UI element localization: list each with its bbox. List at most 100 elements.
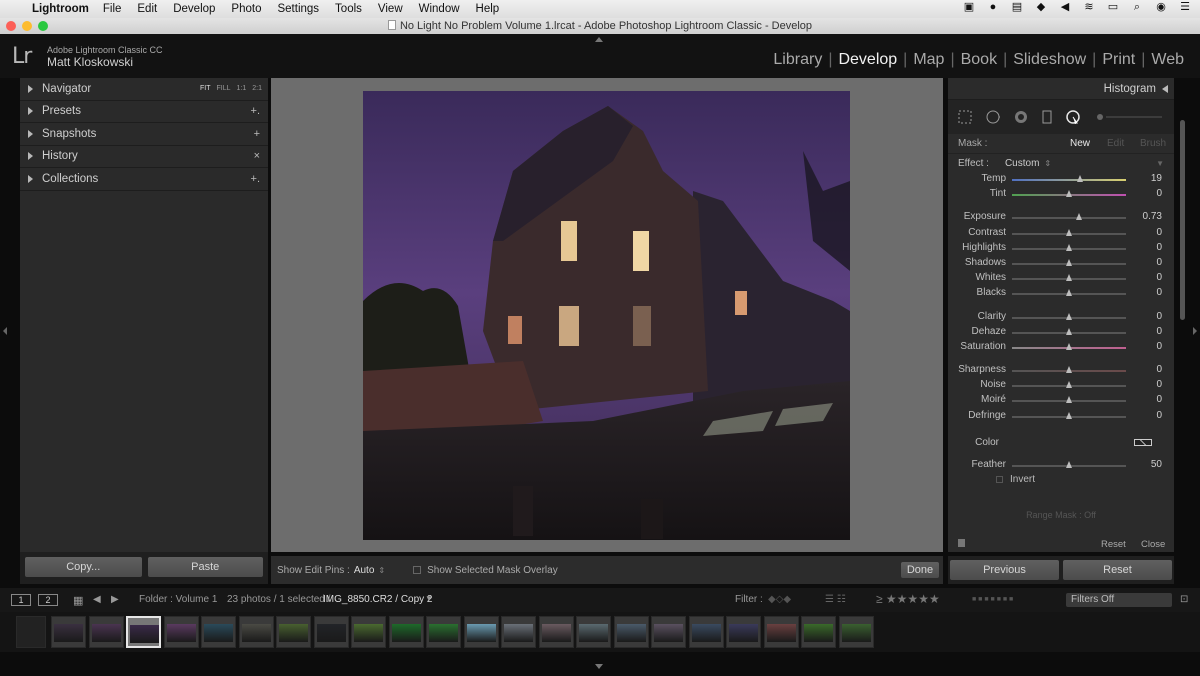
zoom-1-1[interactable]: 1:1 [237,85,247,92]
adjustment-brush-slider-icon[interactable] [1094,110,1164,124]
add-preset-button[interactable]: +. [251,105,260,117]
filmstrip-thumbnail[interactable] [538,616,574,648]
filmstrip-thumbnail[interactable] [613,616,649,648]
previous-button[interactable]: Previous [950,560,1059,580]
slider-value[interactable]: 0 [1156,242,1162,253]
slider-knob[interactable] [1065,396,1072,404]
red-eye-icon[interactable] [1014,110,1028,124]
right-panel-scrollbar[interactable] [1180,120,1185,320]
copy-button[interactable]: Copy... [25,557,142,577]
module-book[interactable]: Book [955,51,1003,69]
filmstrip-thumbnail[interactable] [651,616,686,648]
slider-knob[interactable] [1065,289,1072,297]
history-header[interactable]: History × [20,146,268,168]
filmstrip-thumbnail[interactable] [201,616,236,648]
add-collection-button[interactable]: +. [251,173,260,185]
rating-stars-icon[interactable]: ≥ ★★★★★ [876,592,940,606]
module-develop[interactable]: Develop [832,51,903,69]
forward-arrow-icon[interactable]: ▶ [111,594,119,605]
menu-window[interactable]: Window [419,3,460,15]
range-mask-select[interactable]: Range Mask : Off [948,510,1174,520]
slider-value[interactable]: 0 [1156,311,1162,322]
photo-preview[interactable] [363,91,850,540]
menu-edit[interactable]: Edit [137,3,157,15]
slider-track[interactable] [1012,217,1126,220]
slider-knob[interactable] [1065,312,1072,320]
slider-value[interactable]: 0 [1156,341,1162,352]
local-reset-button[interactable]: Reset [1101,539,1126,550]
collections-header[interactable]: Collections +. [20,168,268,191]
module-slideshow[interactable]: Slideshow [1007,51,1092,69]
slider-knob[interactable] [1065,190,1072,198]
mask-brush-button[interactable]: Brush [1140,138,1166,149]
slider-value[interactable]: 0 [1156,227,1162,238]
bottom-panel-toggle-icon[interactable] [595,664,603,669]
switch-icon[interactable] [958,539,965,547]
mask-edit-button[interactable]: Edit [1107,138,1124,149]
slider-value[interactable]: 0.73 [1143,211,1162,222]
slider-value[interactable]: 50 [1151,459,1162,470]
flag-filter-icons[interactable]: ◆◇◆ [768,594,791,605]
snapshots-header[interactable]: Snapshots + [20,123,268,146]
selected-filename[interactable]: IMG_8850.CR2 / Copy 2 [323,594,433,605]
color-label-filter-icon[interactable]: ■ ■ ■ ■ ■ ■ ■ [972,596,1013,603]
slider-value[interactable]: 0 [1156,287,1162,298]
slider-knob[interactable] [1065,228,1072,236]
add-snapshot-button[interactable]: + [254,128,260,140]
filmstrip-thumbnail[interactable] [576,616,611,648]
menu-view[interactable]: View [378,3,403,15]
module-print[interactable]: Print [1096,51,1141,69]
notification-center-icon[interactable]: ☰ [1178,1,1192,14]
menu-file[interactable]: File [103,3,122,15]
slider-value[interactable]: 0 [1156,394,1162,405]
left-panel-toggle-icon[interactable] [3,327,7,335]
slider-knob[interactable] [1065,460,1072,468]
filename-dropdown-icon[interactable]: ▼ [425,594,433,603]
menu-settings[interactable]: Settings [277,3,319,15]
clear-history-button[interactable]: × [254,150,260,162]
right-panel-toggle-icon[interactable] [1193,327,1197,335]
zoom-fit[interactable]: FIT [200,85,211,92]
top-panel-toggle-icon[interactable] [595,37,603,42]
slider-knob[interactable] [1065,258,1072,266]
slider-track[interactable] [1012,179,1126,181]
slider-knob[interactable] [1075,213,1082,221]
spot-removal-icon[interactable] [986,110,1000,124]
close-window-icon[interactable] [6,21,16,31]
filmstrip-thumbnail[interactable] [501,616,536,648]
module-library[interactable]: Library [767,51,828,69]
zoom-window-icon[interactable] [38,21,48,31]
volume-icon[interactable]: ◀ [1058,1,1072,14]
filmstrip-thumbnail[interactable] [313,616,349,648]
slider-value[interactable]: 0 [1156,364,1162,375]
mask-new-button[interactable]: New [1070,138,1090,149]
zoom-2-1[interactable]: 2:1 [252,85,262,92]
color-swatch-icon[interactable] [1134,438,1152,446]
slider-value[interactable]: 0 [1156,410,1162,421]
image-canvas[interactable] [271,78,943,552]
module-web[interactable]: Web [1145,51,1190,69]
menu-develop[interactable]: Develop [173,3,215,15]
display-icon[interactable]: ▤ [1010,1,1024,14]
grid-view-icon[interactable]: ▦ [73,594,83,607]
slider-value[interactable]: 0 [1156,272,1162,283]
menu-tools[interactable]: Tools [335,3,362,15]
slider-knob[interactable] [1065,274,1072,282]
filmstrip-thumbnail[interactable] [51,616,86,648]
slider-knob[interactable] [1065,411,1072,419]
crop-tool-icon[interactable] [958,110,972,124]
radial-filter-icon[interactable] [1066,110,1080,124]
filmstrip-thumbnail[interactable] [238,616,274,648]
evernote-icon[interactable]: ◆ [1034,1,1048,14]
second-screen-button[interactable]: 2 [38,594,58,606]
slider-knob[interactable] [1076,175,1083,182]
menu-help[interactable]: Help [476,3,500,15]
wifi-icon[interactable]: ≋ [1082,1,1096,14]
screen-record-icon[interactable]: ▣ [962,1,976,14]
menu-app-name[interactable]: Lightroom [32,3,89,15]
filmstrip-thumbnail[interactable] [726,616,761,648]
slider-knob[interactable] [1065,381,1072,389]
paste-button[interactable]: Paste [147,557,263,577]
minimize-window-icon[interactable] [22,21,32,31]
local-close-button[interactable]: Close [1141,539,1165,550]
